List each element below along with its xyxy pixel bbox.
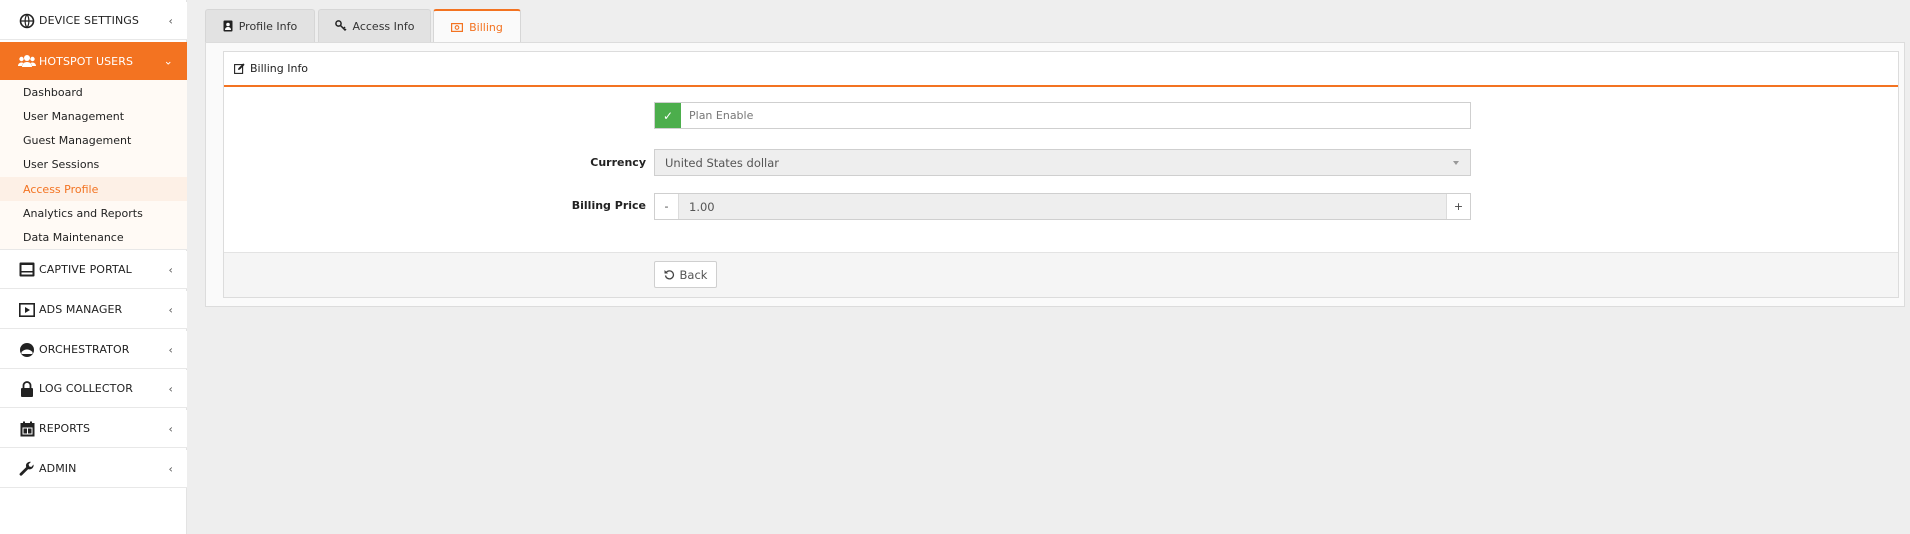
key-icon bbox=[334, 20, 347, 32]
decrement-button[interactable]: - bbox=[655, 194, 679, 219]
billing-info-panel: Billing Info ✓ Plan Enable Currency Unit… bbox=[223, 51, 1899, 298]
sidebar-item-label: ADMIN bbox=[39, 462, 77, 475]
sidebar-item-hotspot-users[interactable]: HOTSPOT USERS ⌄ bbox=[0, 42, 187, 80]
submenu-item-data-maintenance[interactable]: Data Maintenance bbox=[0, 225, 187, 249]
lock-icon bbox=[18, 380, 36, 398]
plan-enable-label: Plan Enable bbox=[689, 109, 754, 122]
undo-icon bbox=[664, 269, 675, 280]
sidebar-item-device-settings[interactable]: DEVICE SETTINGS ‹ bbox=[0, 2, 187, 40]
globe-gear-icon bbox=[18, 12, 36, 30]
tab-content: Billing Info ✓ Plan Enable Currency Unit… bbox=[205, 42, 1905, 307]
chevron-left-icon: ‹ bbox=[168, 303, 173, 316]
sidebar-item-admin[interactable]: ADMIN ‹ bbox=[0, 450, 187, 488]
sidebar-item-label: ORCHESTRATOR bbox=[39, 343, 130, 356]
submenu-item-guest-management[interactable]: Guest Management bbox=[0, 128, 187, 152]
dropdown-caret-icon bbox=[1453, 160, 1459, 165]
sidebar-item-ads-manager[interactable]: ADS MANAGER ‹ bbox=[0, 291, 187, 329]
sidebar: DEVICE SETTINGS ‹ HOTSPOT USERS ⌄ Dashbo… bbox=[0, 0, 187, 534]
chevron-left-icon: ‹ bbox=[168, 382, 173, 395]
tab-label: Billing bbox=[469, 20, 503, 34]
wrench-icon bbox=[18, 460, 36, 478]
submenu-item-user-management[interactable]: User Management bbox=[0, 104, 187, 128]
monitor-icon bbox=[18, 261, 36, 279]
increment-button[interactable]: + bbox=[1446, 194, 1470, 219]
plan-enable-checkbox[interactable]: ✓ bbox=[655, 103, 681, 128]
billing-price-input[interactable]: 1.00 bbox=[679, 200, 1446, 214]
currency-select[interactable]: United States dollar bbox=[654, 149, 1471, 176]
sidebar-item-label: HOTSPOT USERS bbox=[39, 54, 134, 68]
sidebar-item-label: ADS MANAGER bbox=[39, 303, 123, 316]
back-label: Back bbox=[679, 267, 708, 282]
sidebar-item-label: CAPTIVE PORTAL bbox=[39, 263, 132, 276]
panel-title: Billing Info bbox=[250, 62, 309, 75]
chevron-left-icon: ‹ bbox=[168, 343, 173, 356]
panel-footer: Back bbox=[224, 252, 1898, 297]
sidebar-item-orchestrator[interactable]: ORCHESTRATOR ‹ bbox=[0, 331, 187, 369]
billing-price-label: Billing Price bbox=[571, 199, 646, 212]
users-group-icon bbox=[18, 52, 36, 70]
chevron-left-icon: ‹ bbox=[168, 422, 173, 435]
orchestrator-icon bbox=[18, 341, 36, 359]
tab-profile-info[interactable]: Profile Info bbox=[205, 9, 315, 42]
tab-label: Access Info bbox=[352, 19, 415, 33]
chevron-left-icon: ‹ bbox=[168, 263, 173, 276]
sidebar-item-label: DEVICE SETTINGS bbox=[39, 14, 139, 27]
id-badge-icon bbox=[223, 20, 233, 32]
tab-access-info[interactable]: Access Info bbox=[318, 9, 431, 42]
sidebar-item-reports[interactable]: REPORTS ‹ bbox=[0, 410, 187, 448]
money-bill-icon bbox=[451, 22, 464, 32]
chevron-down-icon: ⌄ bbox=[163, 54, 173, 68]
currency-label: Currency bbox=[590, 156, 646, 169]
currency-value: United States dollar bbox=[665, 155, 780, 170]
calendar-icon bbox=[18, 420, 36, 438]
sidebar-item-label: LOG COLLECTOR bbox=[39, 382, 133, 395]
check-icon: ✓ bbox=[662, 108, 674, 123]
edit-icon bbox=[234, 63, 245, 74]
tab-billing[interactable]: Billing bbox=[433, 9, 521, 43]
chevron-left-icon: ‹ bbox=[168, 14, 173, 27]
back-button[interactable]: Back bbox=[654, 261, 717, 288]
submenu-item-analytics-reports[interactable]: Analytics and Reports bbox=[0, 201, 187, 225]
submenu-item-user-sessions[interactable]: User Sessions bbox=[0, 152, 187, 176]
sidebar-item-label: REPORTS bbox=[39, 422, 91, 435]
sidebar-item-log-collector[interactable]: LOG COLLECTOR ‹ bbox=[0, 370, 187, 408]
submenu-item-access-profile[interactable]: Access Profile bbox=[0, 177, 187, 201]
chevron-left-icon: ‹ bbox=[168, 462, 173, 475]
tab-label: Profile Info bbox=[238, 19, 298, 33]
sidebar-item-captive-portal[interactable]: CAPTIVE PORTAL ‹ bbox=[0, 251, 187, 289]
submenu-item-dashboard[interactable]: Dashboard bbox=[0, 80, 187, 104]
panel-header: Billing Info bbox=[224, 52, 1898, 87]
video-play-icon bbox=[18, 301, 36, 319]
billing-price-stepper: - 1.00 + bbox=[654, 193, 1471, 220]
hotspot-users-submenu: Dashboard User Management Guest Manageme… bbox=[0, 80, 187, 250]
plan-enable-field: ✓ Plan Enable bbox=[654, 102, 1471, 129]
